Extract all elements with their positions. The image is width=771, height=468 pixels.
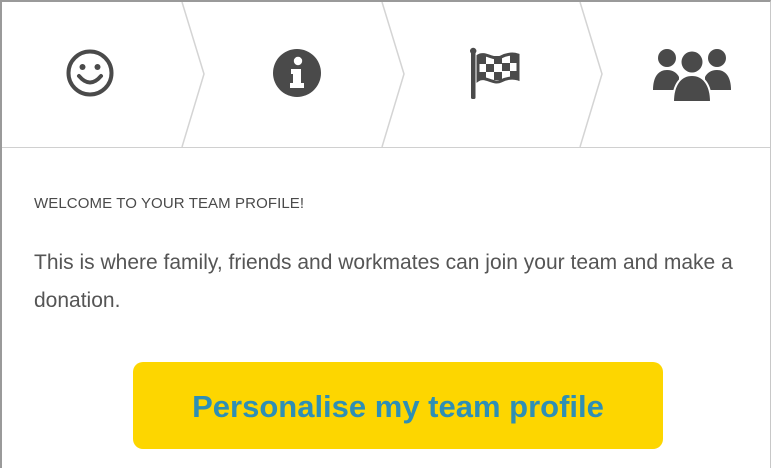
step-navigation [2, 2, 770, 147]
welcome-description: This is where family, friends and workma… [34, 251, 733, 312]
team-profile-panel: WELCOME TO YOUR TEAM PROFILE! This is wh… [0, 0, 771, 468]
step-goal[interactable] [397, 2, 594, 147]
personalise-profile-button[interactable]: Personalise my team profile [133, 362, 663, 449]
step-team[interactable] [594, 2, 770, 147]
step-bar-divider [2, 147, 770, 148]
step-welcome[interactable] [2, 2, 197, 147]
step-info[interactable] [197, 2, 397, 147]
info-icon [273, 49, 321, 97]
welcome-heading: WELCOME TO YOUR TEAM PROFILE! [34, 195, 305, 212]
team-icon [653, 49, 731, 103]
smiley-icon [66, 49, 114, 97]
checkered-flag-icon [470, 47, 520, 99]
